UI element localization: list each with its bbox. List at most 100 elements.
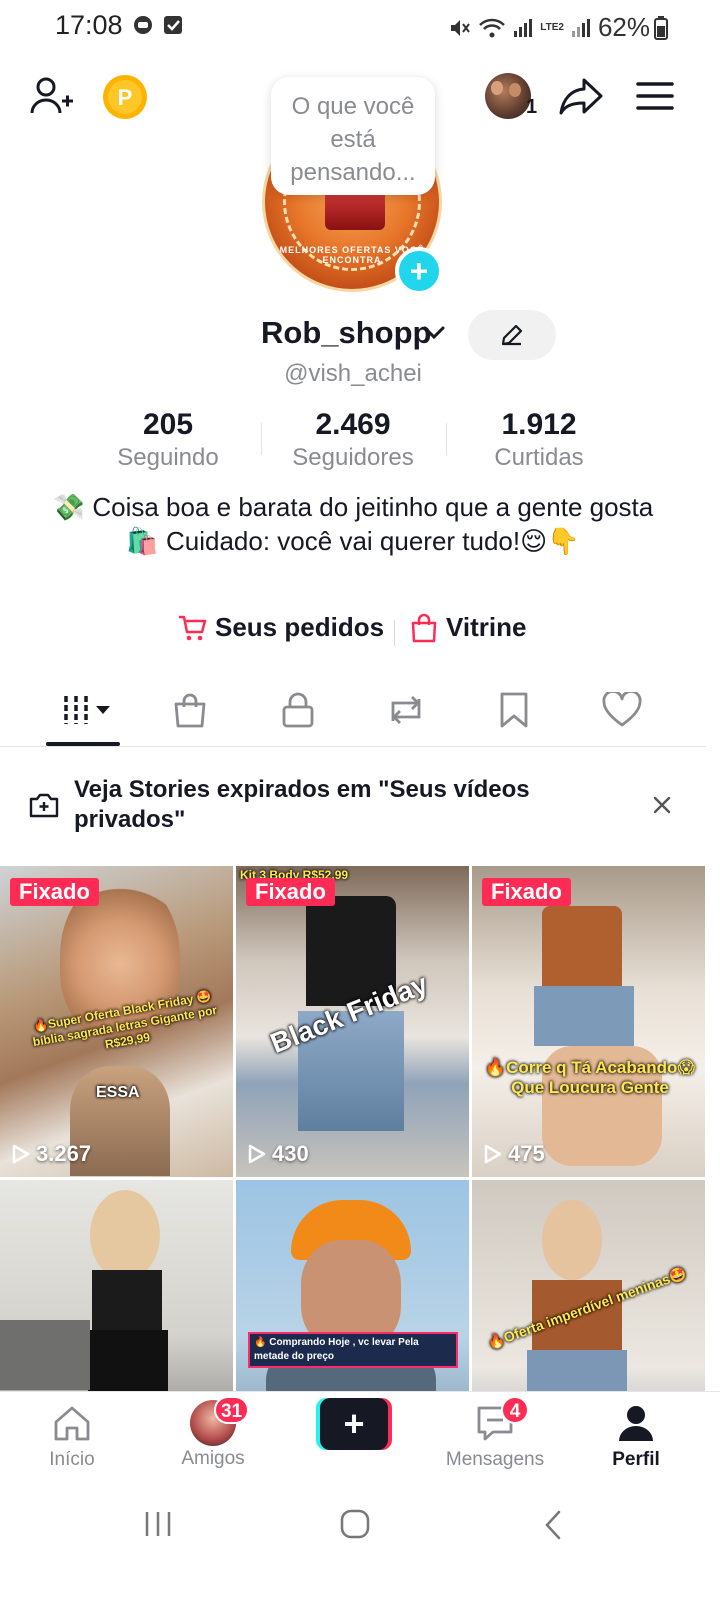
wifi-icon xyxy=(479,18,506,37)
pencil-icon xyxy=(501,324,523,346)
coin-p-icon[interactable]: P xyxy=(102,74,148,120)
video-thumbnail[interactable]: 🔥 Comprando Hoje , vc levar Pela metade … xyxy=(236,1180,469,1391)
signal-icon-2 xyxy=(571,18,590,37)
nav-messages[interactable]: Mensagens xyxy=(435,1404,555,1471)
friend-avatar[interactable] xyxy=(485,73,531,119)
bio-line-1: 💸 Coisa boa e barata do jeitinho que a g… xyxy=(52,492,654,522)
play-icon xyxy=(484,1144,502,1164)
stat-likes-label: Curtidas xyxy=(494,444,584,471)
orders-link[interactable]: Seus pedidos xyxy=(177,612,384,643)
bookmark-icon xyxy=(500,692,528,728)
add-story-plus-icon[interactable]: + xyxy=(395,247,443,295)
status-note-bubble[interactable]: O que você está pensando... xyxy=(271,77,435,195)
stories-banner[interactable]: Veja Stories expirados em "Seus vídeos p… xyxy=(0,760,706,860)
stat-following-label: Seguindo xyxy=(117,444,219,471)
heart-icon xyxy=(602,692,642,727)
tab-videos[interactable] xyxy=(48,685,128,735)
recent-apps-icon[interactable] xyxy=(143,1509,173,1539)
tab-saved[interactable] xyxy=(474,685,554,735)
play-icon xyxy=(248,1144,266,1164)
battery-icon xyxy=(654,16,668,40)
view-count-value: 430 xyxy=(272,1141,309,1166)
mute-icon xyxy=(451,19,471,36)
nav-home-label: Início xyxy=(49,1449,95,1470)
profile-bio: 💸 Coisa boa e barata do jeitinho que a g… xyxy=(40,490,666,558)
nav-profile-label: Perfil xyxy=(612,1449,660,1470)
video-overlay-text: ESSA xyxy=(96,1084,140,1101)
add-friend-icon[interactable] xyxy=(30,75,74,117)
video-thumbnail[interactable] xyxy=(0,1180,233,1391)
friend-count: 1 xyxy=(526,96,538,118)
link-divider xyxy=(394,620,395,646)
tab-private[interactable] xyxy=(258,685,338,735)
play-icon xyxy=(12,1144,30,1164)
tab-reposts[interactable] xyxy=(366,685,446,735)
pinned-badge: Fixado xyxy=(482,878,571,906)
signal-icon xyxy=(514,18,533,37)
nav-profile[interactable]: Perfil xyxy=(576,1404,696,1471)
grid-videos-icon xyxy=(64,696,110,724)
video-thumbnail[interactable]: 🔥Oferta imperdível meninas🤩 xyxy=(472,1180,705,1391)
nav-friends[interactable]: Amigos xyxy=(153,1400,273,1470)
shopping-bag-icon xyxy=(174,693,206,728)
nav-home[interactable]: Início xyxy=(12,1404,132,1471)
svg-text:P: P xyxy=(118,85,133,110)
video-grid: Fixado 🔥Super Oferta Black Friday 🤩 bíbl… xyxy=(0,866,706,1391)
view-count: 475 xyxy=(484,1141,545,1167)
profile-username[interactable]: Rob_shopp xyxy=(261,315,432,351)
lock-icon xyxy=(282,692,314,728)
status-time: 17:08 xyxy=(55,10,123,40)
tab-shop[interactable] xyxy=(150,685,230,735)
stat-followers[interactable]: 2.469 Seguidores xyxy=(263,408,443,472)
video-thumbnail[interactable]: Kit 3 Body R$52,99 Fixado Black Friday 4… xyxy=(236,866,469,1177)
video-thumbnail[interactable]: Fixado 🔥Corre q Tá Acabando😱 Que Loucura… xyxy=(472,866,705,1177)
view-count-value: 475 xyxy=(508,1141,545,1166)
system-nav-bar xyxy=(0,1481,720,1600)
checkbox-icon xyxy=(164,16,182,34)
profile-handle: @vish_achei xyxy=(284,360,422,387)
messages-badge: 4 xyxy=(501,1396,529,1424)
view-count: 3.267 xyxy=(12,1141,91,1167)
active-tab-indicator xyxy=(46,742,120,746)
menu-icon[interactable] xyxy=(636,80,674,112)
stat-divider xyxy=(446,423,447,455)
home-button-icon[interactable] xyxy=(339,1508,371,1540)
create-plus-icon: + xyxy=(320,1398,388,1450)
view-count: 430 xyxy=(248,1141,309,1167)
profile-icon xyxy=(619,1406,653,1441)
stat-following-value: 205 xyxy=(142,408,194,441)
chat-bubble-icon xyxy=(134,16,152,34)
edit-profile-button[interactable] xyxy=(468,310,556,360)
create-button[interactable]: + xyxy=(316,1398,392,1450)
pinned-badge: Fixado xyxy=(10,878,99,906)
tab-liked[interactable] xyxy=(582,685,662,735)
close-icon[interactable] xyxy=(652,795,672,815)
video-caption: 🔥Corre q Tá Acabando😱 Que Loucura Gente xyxy=(484,1058,696,1097)
back-icon[interactable] xyxy=(542,1509,564,1541)
stories-banner-text: Veja Stories expirados em "Seus vídeos p… xyxy=(74,776,530,833)
orders-label: Seus pedidos xyxy=(215,612,385,642)
stat-likes-value: 1.912 xyxy=(501,408,577,441)
showcase-link[interactable]: Vitrine xyxy=(410,612,526,643)
pinned-badge: Fixado xyxy=(246,878,335,906)
profile-tabs xyxy=(0,685,706,747)
chevron-down-icon[interactable] xyxy=(423,322,445,342)
stat-followers-label: Seguidores xyxy=(292,444,414,471)
cart-logo-icon xyxy=(325,190,385,230)
video-thumbnail[interactable]: Fixado 🔥Super Oferta Black Friday 🤩 bíbl… xyxy=(0,866,233,1177)
nav-friends-label: Amigos xyxy=(181,1448,245,1469)
stat-likes[interactable]: 1.912 Curtidas xyxy=(449,408,629,472)
video-caption: 🔥 Comprando Hoje , vc levar Pela metade … xyxy=(248,1332,458,1368)
shopping-bag-icon xyxy=(411,613,437,642)
share-icon[interactable] xyxy=(558,76,604,116)
home-icon xyxy=(54,1406,90,1441)
battery-percent: 62% xyxy=(597,12,650,42)
nav-messages-label: Mensagens xyxy=(445,1449,545,1470)
stat-followers-value: 2.469 xyxy=(315,408,391,441)
stat-divider xyxy=(261,423,262,455)
view-count-value: 3.267 xyxy=(36,1141,92,1166)
friends-badge: 31 xyxy=(214,1396,250,1424)
network-type: LTE2 xyxy=(540,21,564,33)
bio-line-2: 🛍️ Cuidado: você vai querer tudo!😌👇 xyxy=(126,526,580,556)
stat-following[interactable]: 205 Seguindo xyxy=(78,408,258,472)
